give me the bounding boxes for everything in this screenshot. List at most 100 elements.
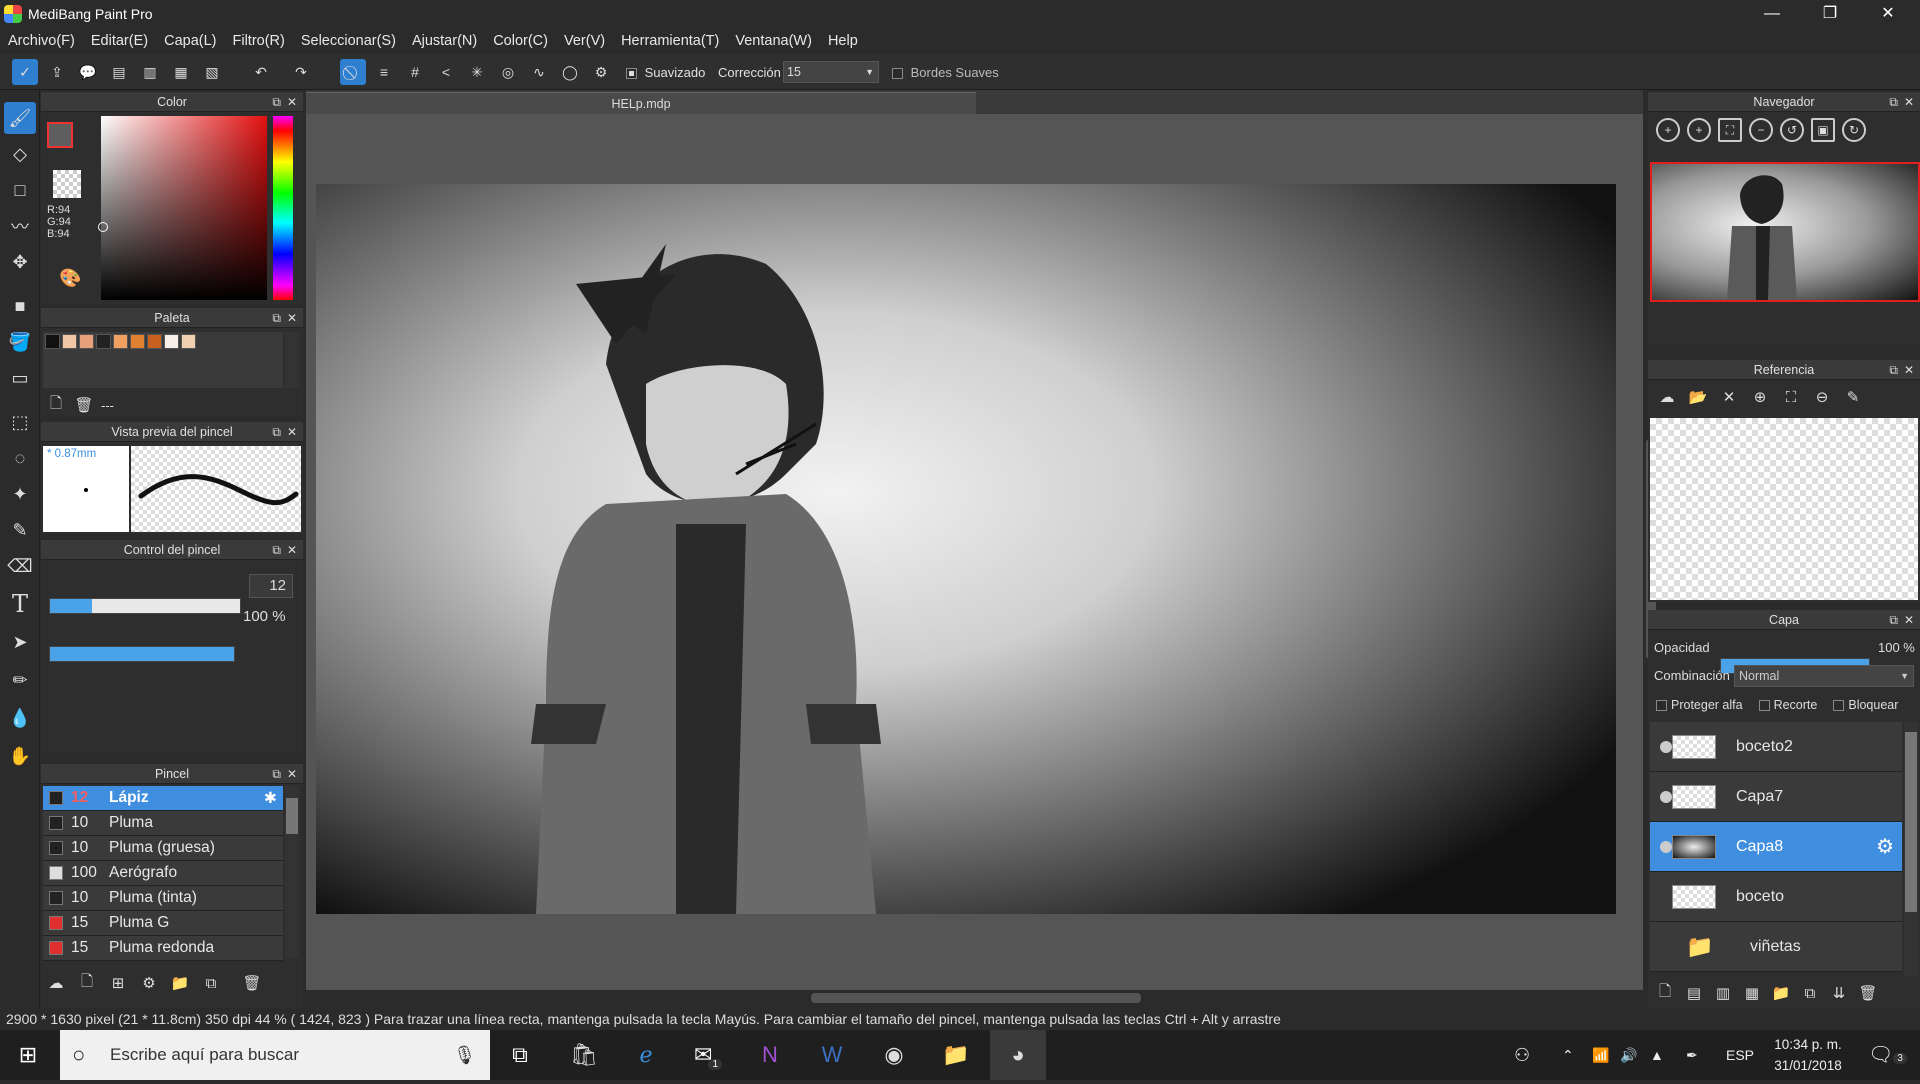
brush-settings-icon[interactable]: ⚙: [138, 972, 160, 994]
select-pen-tool-icon[interactable]: ✎: [4, 514, 36, 546]
undo-icon[interactable]: ↶: [248, 59, 274, 85]
brush-list-item[interactable]: 10 Pluma (gruesa): [43, 836, 283, 861]
palette-scrollbar[interactable]: [285, 332, 299, 388]
add-brush-icon[interactable]: ⊞: [107, 972, 129, 994]
actual-size-icon[interactable]: ▣: [1811, 118, 1835, 142]
close-icon[interactable]: ✕: [287, 764, 297, 784]
layer-row[interactable]: Capa8 ⚙: [1650, 822, 1902, 872]
visibility-eye-icon[interactable]: [1660, 790, 1672, 803]
palette-swatch[interactable]: [113, 334, 128, 349]
brush-list-item[interactable]: 10 Pluma (tinta): [43, 886, 283, 911]
undock-icon[interactable]: ⧉: [272, 308, 281, 328]
cloud-check-icon[interactable]: ✓: [12, 59, 38, 85]
bucket-tool-icon[interactable]: 🪣: [4, 326, 36, 358]
merge-down-icon[interactable]: ⇊: [1828, 982, 1850, 1004]
onenote-icon[interactable]: N: [742, 1030, 798, 1080]
lasso-tool-icon[interactable]: ◌: [4, 442, 36, 474]
restore-button[interactable]: ❐: [1801, 0, 1859, 28]
layer-settings-icon[interactable]: ⚙: [1876, 834, 1894, 859]
store-icon[interactable]: 🛍: [556, 1030, 612, 1080]
cloud-open-icon[interactable]: ☁: [1656, 386, 1678, 408]
close-icon[interactable]: ✕: [1904, 610, 1914, 630]
chrome-icon[interactable]: ◉: [866, 1030, 922, 1080]
palette-swatch[interactable]: [130, 334, 145, 349]
new-1bit-layer-icon[interactable]: ▦: [1741, 982, 1763, 1004]
menu-ver[interactable]: Ver(V): [564, 33, 605, 49]
visibility-eye-icon[interactable]: [1660, 840, 1672, 853]
panel-layout-icon[interactable]: ▧: [199, 59, 225, 85]
cloud-brush-icon[interactable]: ☁: [45, 972, 67, 994]
fill-rect-tool-icon[interactable]: ■: [4, 290, 36, 322]
close-icon[interactable]: ✕: [1904, 360, 1914, 380]
palette-icon[interactable]: 🎨: [59, 268, 81, 289]
close-icon[interactable]: ✕: [1904, 92, 1914, 112]
pages-icon[interactable]: ▦: [168, 59, 194, 85]
windows-start-icon[interactable]: ⊞: [0, 1030, 56, 1080]
brush-settings-icon[interactable]: ✱: [264, 789, 277, 808]
reference-canvas[interactable]: [1650, 418, 1918, 600]
hue-slider[interactable]: [273, 116, 293, 300]
divide-tool-icon[interactable]: ✏: [4, 664, 36, 696]
fit-screen-icon[interactable]: ⛶: [1718, 118, 1742, 142]
transparent-color-swatch[interactable]: [53, 170, 81, 198]
people-icon[interactable]: ⚇: [1514, 1030, 1530, 1080]
brush-list-item[interactable]: 15 Pluma redonda: [43, 936, 283, 961]
brush-list-scrollbar[interactable]: [285, 786, 299, 958]
undock-icon[interactable]: ⧉: [1889, 360, 1898, 380]
operation-tool-icon[interactable]: ➤: [4, 626, 36, 658]
gradient-tool-icon[interactable]: ▭: [4, 362, 36, 394]
clipping-checkbox[interactable]: [1758, 699, 1770, 711]
clock[interactable]: 10:34 p. m. 31/01/2018: [1766, 1034, 1850, 1076]
document-tab[interactable]: HELp.mdp: [306, 92, 976, 114]
lock-checkbox[interactable]: [1833, 699, 1845, 711]
eyedropper-icon[interactable]: ✎: [1842, 386, 1864, 408]
correction-select[interactable]: 15 ▼: [783, 61, 879, 83]
snap-perspective-icon[interactable]: <: [433, 59, 459, 85]
palette-swatch[interactable]: [181, 334, 196, 349]
brush-opacity-slider[interactable]: [49, 646, 235, 662]
snap-circle-icon[interactable]: ◎: [495, 59, 521, 85]
layer-row[interactable]: 📁 viñetas: [1650, 922, 1902, 972]
palette-swatch[interactable]: [79, 334, 94, 349]
visibility-eye-icon[interactable]: [1660, 740, 1672, 753]
delete-palette-icon[interactable]: 🗑: [73, 394, 95, 416]
microphone-icon[interactable]: 🎙: [453, 1030, 476, 1080]
palette-swatch[interactable]: [147, 334, 162, 349]
protect-alpha-checkbox[interactable]: [1656, 699, 1667, 711]
new-halftone-layer-icon[interactable]: ▤: [1683, 982, 1705, 1004]
layer-row[interactable]: Capa7: [1650, 772, 1902, 822]
menu-editar[interactable]: Editar(E): [91, 33, 148, 49]
close-icon[interactable]: ✕: [287, 308, 297, 328]
language-indicator[interactable]: ESP: [1726, 1030, 1754, 1080]
minimize-button[interactable]: —: [1743, 0, 1801, 28]
brush-list-item[interactable]: 12 Lápiz ✱: [43, 786, 283, 811]
dot-tool-icon[interactable]: □: [4, 174, 36, 206]
page-icon[interactable]: ▥: [137, 59, 163, 85]
duplicate-layer-icon[interactable]: ⧉: [1799, 982, 1821, 1004]
layer-list-scrollbar[interactable]: [1904, 722, 1918, 976]
text-tool-icon[interactable]: T: [4, 588, 36, 620]
menu-seleccionar[interactable]: Seleccionar(S): [301, 33, 396, 49]
undock-icon[interactable]: ⧉: [1889, 92, 1898, 112]
brush-size-input[interactable]: 12: [249, 574, 293, 598]
snap-ellipse-icon[interactable]: ◯: [557, 59, 583, 85]
menu-help[interactable]: Help: [828, 33, 858, 49]
snap-curve-icon[interactable]: ∿: [526, 59, 552, 85]
new-brush-icon[interactable]: 🗋: [76, 972, 98, 994]
menu-color[interactable]: Color(C): [493, 33, 548, 49]
duplicate-brush-icon[interactable]: ⧉: [200, 972, 222, 994]
undock-icon[interactable]: ⧉: [272, 92, 281, 112]
close-reference-icon[interactable]: ✕: [1718, 386, 1740, 408]
zoom-out-icon[interactable]: ⊖: [1811, 386, 1833, 408]
undock-icon[interactable]: ⧉: [272, 764, 281, 784]
menu-capa[interactable]: Capa(L): [164, 33, 216, 49]
zoom-in-alt-icon[interactable]: +: [1687, 118, 1711, 142]
undock-icon[interactable]: ⧉: [272, 540, 281, 560]
delete-layer-icon[interactable]: 🗑: [1857, 982, 1879, 1004]
menu-archivo[interactable]: Archivo(F): [8, 33, 75, 49]
rotate-right-icon[interactable]: ↻: [1842, 118, 1866, 142]
canvas-horizontal-scrollbar[interactable]: [306, 990, 1643, 1006]
close-button[interactable]: ✕: [1859, 0, 1917, 28]
eraser-tool-icon[interactable]: ◇: [4, 138, 36, 170]
navigator-thumbnail[interactable]: [1650, 162, 1920, 302]
